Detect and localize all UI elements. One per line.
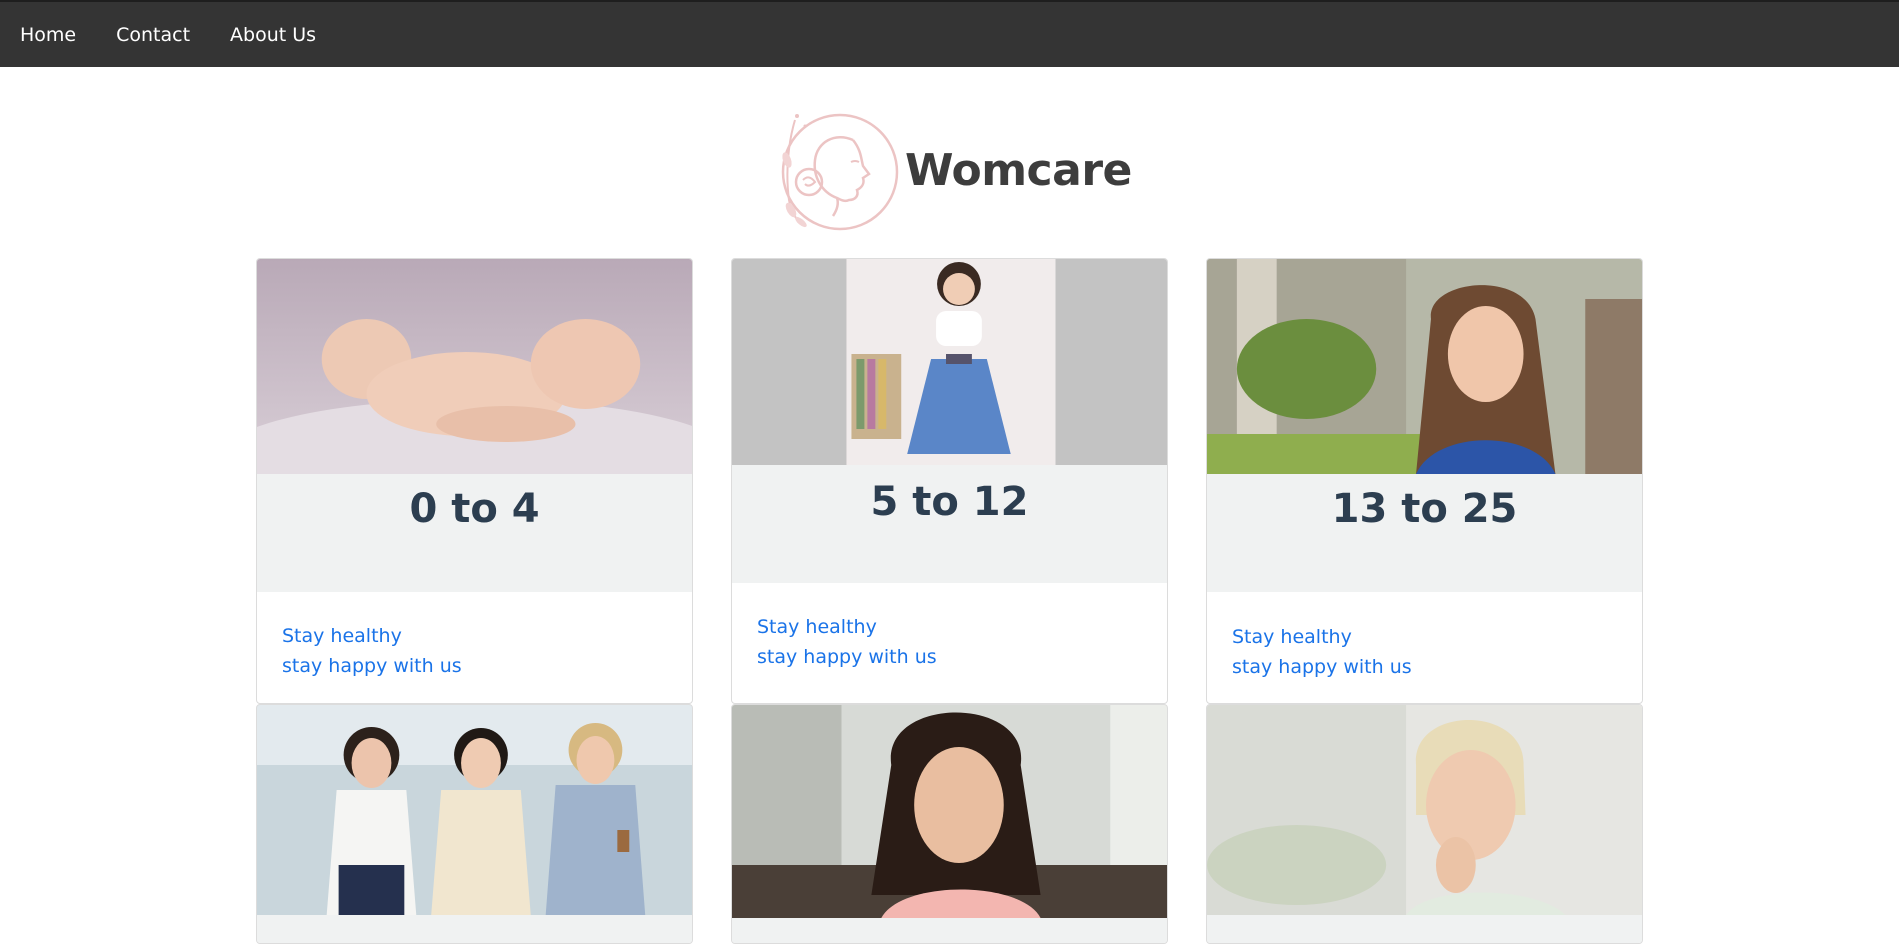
card-title: 13 to 25 [1331, 486, 1518, 532]
young-girl-in-dress-photo [732, 259, 1167, 465]
card-title-area [732, 918, 1167, 943]
card-title: 5 to 12 [870, 479, 1029, 525]
stay-happy-link[interactable]: stay happy with us [282, 651, 462, 681]
stay-healthy-link[interactable]: Stay healthy [1232, 622, 1412, 652]
age-card-0-4[interactable]: 0 to 4 Stay healthy stay happy with us [256, 258, 693, 704]
woman-face-logo-icon [781, 113, 899, 231]
age-card-row2-3[interactable] [1206, 704, 1643, 944]
card-title-area [257, 915, 692, 943]
stay-healthy-link[interactable]: Stay healthy [282, 621, 462, 651]
top-navbar: Home Contact About Us [0, 0, 1899, 67]
card-title-area: 0 to 4 [257, 474, 692, 592]
smiling-senior-woman-photo [1207, 705, 1642, 915]
age-card-row2-1[interactable] [256, 704, 693, 944]
age-card-13-25[interactable]: 13 to 25 Stay healthy stay happy with us [1206, 258, 1643, 704]
stay-healthy-link[interactable]: Stay healthy [757, 612, 937, 642]
nav-contact-link[interactable]: Contact [116, 24, 190, 46]
brand-logo[interactable]: Womcare [765, 100, 1135, 240]
card-title-area [1207, 915, 1642, 943]
card-footer: Stay healthy stay happy with us [757, 612, 937, 672]
nav-home-link[interactable]: Home [20, 24, 76, 46]
card-footer: Stay healthy stay happy with us [282, 621, 462, 681]
brand-name: Womcare [905, 144, 1132, 196]
nav-about-us-link[interactable]: About Us [230, 24, 316, 46]
stay-happy-link[interactable]: stay happy with us [757, 642, 937, 672]
age-card-row2-2[interactable] [731, 704, 1168, 944]
card-footer: Stay healthy stay happy with us [1232, 622, 1412, 682]
age-card-5-12[interactable]: 5 to 12 Stay healthy stay happy with us [731, 258, 1168, 704]
smiling-woman-photo [732, 705, 1167, 918]
three-women-photo [257, 705, 692, 915]
sleeping-baby-photo [257, 259, 692, 474]
stay-happy-link[interactable]: stay happy with us [1232, 652, 1412, 682]
card-title: 0 to 4 [409, 486, 540, 532]
card-title-area: 13 to 25 [1207, 474, 1642, 592]
card-title-area: 5 to 12 [732, 465, 1167, 583]
smiling-teen-girl-photo [1207, 259, 1642, 474]
